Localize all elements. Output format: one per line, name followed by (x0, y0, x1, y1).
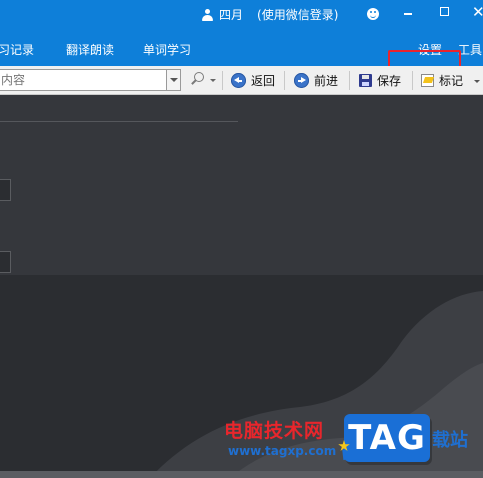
mark-icon (421, 74, 434, 87)
site-watermark: 电脑技术网 www.tagxp.com TAG 载站 (222, 412, 480, 470)
watermark-logo: TAG (344, 414, 430, 462)
back-button[interactable]: 返回 (231, 72, 275, 89)
back-label: 返回 (251, 74, 276, 88)
title-bar: 四月 (使用微信登录) ✕ (0, 0, 483, 31)
feedback-smiley-icon[interactable] (367, 8, 379, 20)
menu-item-record[interactable]: 习记录 (0, 41, 34, 58)
menu-item-word-learning[interactable]: 单词学习 (143, 41, 191, 58)
minimize-icon[interactable] (404, 13, 412, 15)
user-account[interactable]: 四月 (使用微信登录) (202, 6, 338, 23)
toolbar-divider (412, 71, 413, 90)
menu-item-translate[interactable]: 翻译朗读 (66, 41, 114, 58)
search-input[interactable] (0, 69, 166, 91)
search-icon[interactable] (194, 72, 204, 82)
toolbar-divider (284, 71, 285, 90)
forward-button[interactable]: 前进 (294, 72, 338, 89)
menu-item-tools[interactable]: 工具 (458, 41, 482, 58)
mark-label: 标记 (439, 74, 464, 88)
mark-dropdown-caret-icon[interactable] (474, 80, 480, 83)
save-label: 保存 (377, 74, 402, 88)
search-options-caret-icon[interactable] (210, 79, 216, 82)
menu-bar: 习记录 翻译朗读 单词学习 设置 工具 (0, 31, 483, 96)
toolbar-divider (222, 71, 223, 90)
username: 四月 (219, 8, 244, 22)
watermark-site-name: 电脑技术网 (224, 420, 325, 442)
forward-label: 前进 (314, 74, 339, 88)
save-button[interactable]: 保存 (359, 72, 401, 89)
save-floppy-icon (359, 74, 372, 87)
user-icon (202, 8, 213, 21)
watermark-suffix: 载站 (432, 430, 468, 451)
watermark-logo-text: TAG (348, 418, 426, 458)
forward-arrow-icon (294, 73, 309, 88)
back-arrow-icon (231, 73, 246, 88)
toolbar-divider (349, 71, 350, 90)
close-icon[interactable]: ✕ (472, 3, 483, 21)
login-method: (使用微信登录) (257, 8, 339, 22)
toolbar: 返回 前进 保存 标记 (0, 66, 483, 95)
watermark-url: www.tagxp.com (228, 444, 337, 458)
mark-button[interactable]: 标记 (421, 72, 463, 89)
maximize-icon[interactable] (440, 7, 449, 16)
search-history-dropdown[interactable] (166, 69, 181, 91)
